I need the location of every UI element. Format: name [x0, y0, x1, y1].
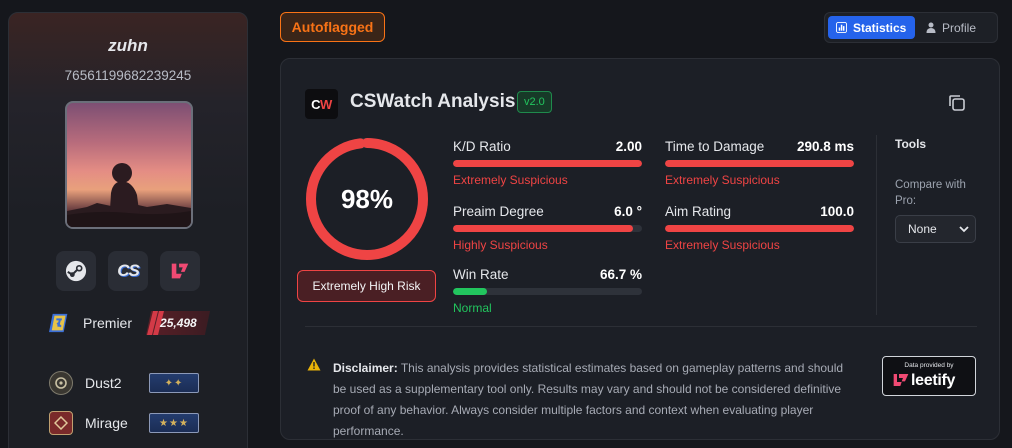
- map-row-dust2: Dust2 ✦✦: [49, 370, 199, 396]
- compare-label: Compare with Pro:: [895, 179, 966, 207]
- disclaimer-divider: [305, 326, 977, 327]
- metric-win-rate: Win Rate 66.7 % Normal: [453, 265, 642, 315]
- map-name: Mirage: [85, 415, 128, 431]
- avatar: [65, 101, 193, 229]
- cswatch-logo: CW: [305, 89, 338, 119]
- steam-icon: [65, 260, 87, 282]
- metric-aim-rating: Aim Rating 100.0 Extremely Suspicious: [665, 202, 854, 252]
- metric-preaim-degree: Preaim Degree 6.0 ° Highly Suspicious: [453, 202, 642, 252]
- premier-label: Premier: [83, 315, 133, 331]
- premier-rating: 25,498: [160, 316, 197, 330]
- metric-bar: [453, 160, 642, 167]
- metric-status: Highly Suspicious: [453, 238, 548, 252]
- username: zuhn: [108, 36, 148, 55]
- leetify-icon: [171, 263, 189, 279]
- disclaimer-title: Disclaimer:: [333, 361, 398, 375]
- chevron-down-icon: [959, 226, 969, 233]
- dust2-rank-icon: ✦✦: [149, 373, 199, 393]
- metric-label: Time to Damage: [665, 138, 765, 154]
- compare-pro-select[interactable]: None: [895, 215, 976, 243]
- version-badge: v2.0: [517, 91, 552, 113]
- leetify-logo-icon: [893, 374, 909, 386]
- tab-label: Profile: [942, 20, 977, 35]
- provider-caption: Data provided by: [904, 362, 954, 369]
- tools-title: Tools: [895, 137, 927, 151]
- avatar-silhouette: [67, 163, 191, 227]
- metric-time-to-damage: Time to Damage 290.8 ms Extremely Suspici…: [665, 137, 854, 187]
- metric-status: Extremely Suspicious: [453, 173, 568, 187]
- metric-value: 66.7 %: [599, 266, 642, 282]
- metric-value: 290.8 ms: [796, 138, 854, 154]
- autoflagged-badge: Autoflagged: [280, 12, 385, 42]
- view-tabs: Statistics Profile: [824, 12, 998, 43]
- metric-value: 6.0 °: [614, 203, 642, 219]
- metric-bar: [453, 225, 642, 232]
- steam-id[interactable]: 76561199682239245: [9, 68, 247, 83]
- metric-status: Normal: [453, 301, 492, 315]
- tab-profile[interactable]: Profile: [918, 16, 984, 39]
- warning-icon: [307, 358, 321, 371]
- metric-bar-fill: [665, 160, 854, 167]
- social-links: CS: [9, 251, 247, 291]
- tools-divider: [876, 135, 877, 315]
- profile-card: zuhn 76561199682239245 CS Premier 25,498…: [8, 12, 248, 448]
- csstats-icon: CS: [117, 261, 140, 280]
- metric-value: 2.00: [615, 138, 642, 154]
- premier-row: Premier 25,498: [49, 310, 211, 336]
- user-icon: [926, 22, 936, 33]
- metric-status: Extremely Suspicious: [665, 238, 780, 252]
- csstats-link-button[interactable]: CS: [108, 251, 148, 291]
- metric-label: Aim Rating: [665, 203, 732, 219]
- metric-bar: [665, 160, 854, 167]
- tab-label: Statistics: [853, 20, 907, 35]
- logo-letter-w: W: [320, 96, 332, 112]
- map-row-mirage: Mirage ★★★: [49, 410, 199, 436]
- mirage-map-icon: [49, 411, 73, 435]
- metric-bar-fill: [453, 288, 488, 295]
- dust2-map-icon: [49, 371, 73, 395]
- leetify-provider-badge[interactable]: Data provided by leetify: [882, 356, 976, 396]
- metric-bar-fill: [453, 225, 633, 232]
- metric-label: Preaim Degree: [453, 203, 544, 219]
- analysis-card: CW CSWatch Analysis v2.0 98% Extremely H…: [280, 58, 1000, 440]
- provider-name: leetify: [911, 372, 956, 389]
- metric-bar: [453, 288, 642, 295]
- rank-glyph: ★★★: [159, 417, 189, 429]
- tab-statistics[interactable]: Statistics: [828, 16, 915, 39]
- metric-label: Win Rate: [453, 266, 509, 282]
- mirage-rank-icon: ★★★: [149, 413, 199, 433]
- compare-select-value: None: [908, 222, 937, 236]
- metric-kd-ratio: K/D Ratio 2.00 Extremely Suspicious: [453, 137, 642, 187]
- bar-chart-icon: [836, 22, 847, 33]
- risk-level-badge: Extremely High Risk: [297, 270, 436, 302]
- leetify-link-button[interactable]: [160, 251, 200, 291]
- logo-letter-c: C: [311, 96, 321, 112]
- premier-icon: [49, 313, 68, 333]
- metric-bar-fill: [665, 225, 854, 232]
- metric-status: Extremely Suspicious: [665, 173, 780, 187]
- rank-glyph: ✦✦: [164, 377, 184, 389]
- risk-score: 98%: [340, 183, 394, 214]
- disclaimer-body: This analysis provides statistical estim…: [333, 361, 844, 438]
- premier-rating-badge: 25,498: [146, 311, 211, 335]
- metric-value: 100.0: [820, 203, 854, 219]
- analysis-title: CSWatch Analysis: [350, 91, 516, 112]
- metric-bar-fill: [453, 160, 642, 167]
- disclaimer-text: Disclaimer: This analysis provides stati…: [333, 358, 853, 442]
- metric-label: K/D Ratio: [453, 138, 511, 154]
- copy-icon[interactable]: [947, 93, 967, 113]
- map-name: Dust2: [85, 375, 122, 391]
- steam-link-button[interactable]: [56, 251, 96, 291]
- metric-bar: [665, 225, 854, 232]
